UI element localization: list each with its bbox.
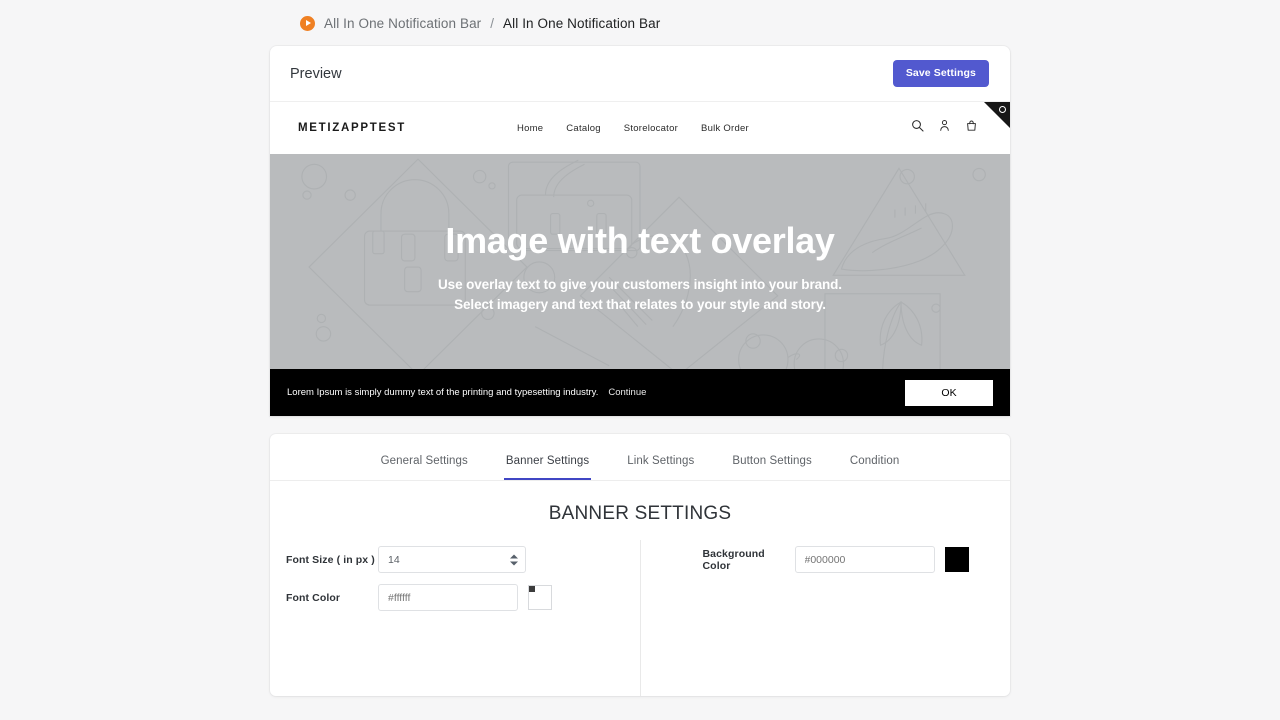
breadcrumb-parent-link[interactable]: All In One Notification Bar <box>324 16 481 31</box>
hero-banner: Image with text overlay Use overlay text… <box>270 154 1010 369</box>
tab-link-settings[interactable]: Link Settings <box>625 449 696 480</box>
background-color-swatch[interactable] <box>944 547 969 572</box>
hero-text-overlay: Image with text overlay Use overlay text… <box>270 154 1010 369</box>
page-content: Preview Save Settings METIZAPPTEST Home … <box>270 46 1010 696</box>
hero-subtitle-line-1: Use overlay text to give your customers … <box>438 276 842 292</box>
background-color-label: Background Color <box>702 547 765 572</box>
store-menu-item-catalog[interactable]: Catalog <box>566 123 601 134</box>
breadcrumb: All In One Notification Bar / All In One… <box>0 0 1280 46</box>
preview-card: Preview Save Settings METIZAPPTEST Home … <box>270 46 1010 416</box>
account-icon[interactable] <box>938 119 951 137</box>
font-size-input-wrap <box>378 546 526 573</box>
settings-tabs: General Settings Banner Settings Link Se… <box>270 434 1010 481</box>
save-settings-button[interactable]: Save Settings <box>892 60 989 87</box>
breadcrumb-separator: / <box>490 15 495 31</box>
notification-continue-link[interactable]: Continue <box>608 387 646 398</box>
font-color-field-row: Font Color <box>270 584 640 611</box>
store-menu-item-bulk-order[interactable]: Bulk Order <box>701 123 749 134</box>
breadcrumb-current: All In One Notification Bar <box>503 15 661 31</box>
store-logo[interactable]: METIZAPPTEST <box>298 122 406 134</box>
font-size-label: Font Size ( in px ) <box>286 553 375 566</box>
font-color-label: Font Color <box>286 591 341 604</box>
chevron-down-icon[interactable] <box>510 561 518 565</box>
store-icon-group <box>911 119 992 137</box>
notification-bar: Lorem Ipsum is simply dummy text of the … <box>270 369 1010 416</box>
page-title: Preview <box>290 65 342 82</box>
store-menu: Home Catalog Storelocator Bulk Order <box>487 123 749 134</box>
settings-corner-badge[interactable] <box>984 102 1010 128</box>
settings-card: General Settings Banner Settings Link Se… <box>270 434 1010 696</box>
background-color-input[interactable] <box>794 546 935 573</box>
font-color-swatch[interactable] <box>528 585 552 610</box>
storefront-preview: METIZAPPTEST Home Catalog Storelocator B… <box>270 102 1010 416</box>
font-size-field-row: Font Size ( in px ) <box>270 546 640 573</box>
settings-right-column: Background Color <box>641 540 1011 696</box>
cart-icon[interactable] <box>965 119 978 137</box>
font-color-input[interactable] <box>378 584 518 611</box>
notification-ok-button[interactable]: OK <box>905 379 993 406</box>
store-navbar: METIZAPPTEST Home Catalog Storelocator B… <box>270 102 1010 154</box>
search-icon[interactable] <box>911 119 924 137</box>
notification-message: Lorem Ipsum is simply dummy text of the … <box>287 387 599 398</box>
app-play-icon <box>300 15 315 31</box>
tab-banner-settings[interactable]: Banner Settings <box>503 449 592 480</box>
font-size-input[interactable] <box>378 546 526 573</box>
settings-left-column: Font Size ( in px ) Font Color <box>270 540 640 696</box>
gear-dot-icon <box>999 106 1006 113</box>
tab-general-settings[interactable]: General Settings <box>379 449 470 480</box>
hero-subtitle-line-2: Select imagery and text that relates to … <box>454 296 826 312</box>
font-size-stepper[interactable] <box>510 554 518 565</box>
hero-heading: Image with text overlay <box>445 219 835 261</box>
background-color-field-row: Background Color <box>641 546 1011 573</box>
tab-button-settings[interactable]: Button Settings <box>730 449 814 480</box>
settings-body: Font Size ( in px ) Font Color <box>270 540 1010 696</box>
chevron-up-icon[interactable] <box>510 554 518 558</box>
tab-condition[interactable]: Condition <box>848 449 902 480</box>
store-menu-item-home[interactable]: Home <box>517 123 543 134</box>
store-menu-item-storelocator[interactable]: Storelocator <box>624 123 678 134</box>
settings-heading: BANNER SETTINGS <box>548 503 732 524</box>
preview-header: Preview Save Settings <box>270 46 1010 102</box>
